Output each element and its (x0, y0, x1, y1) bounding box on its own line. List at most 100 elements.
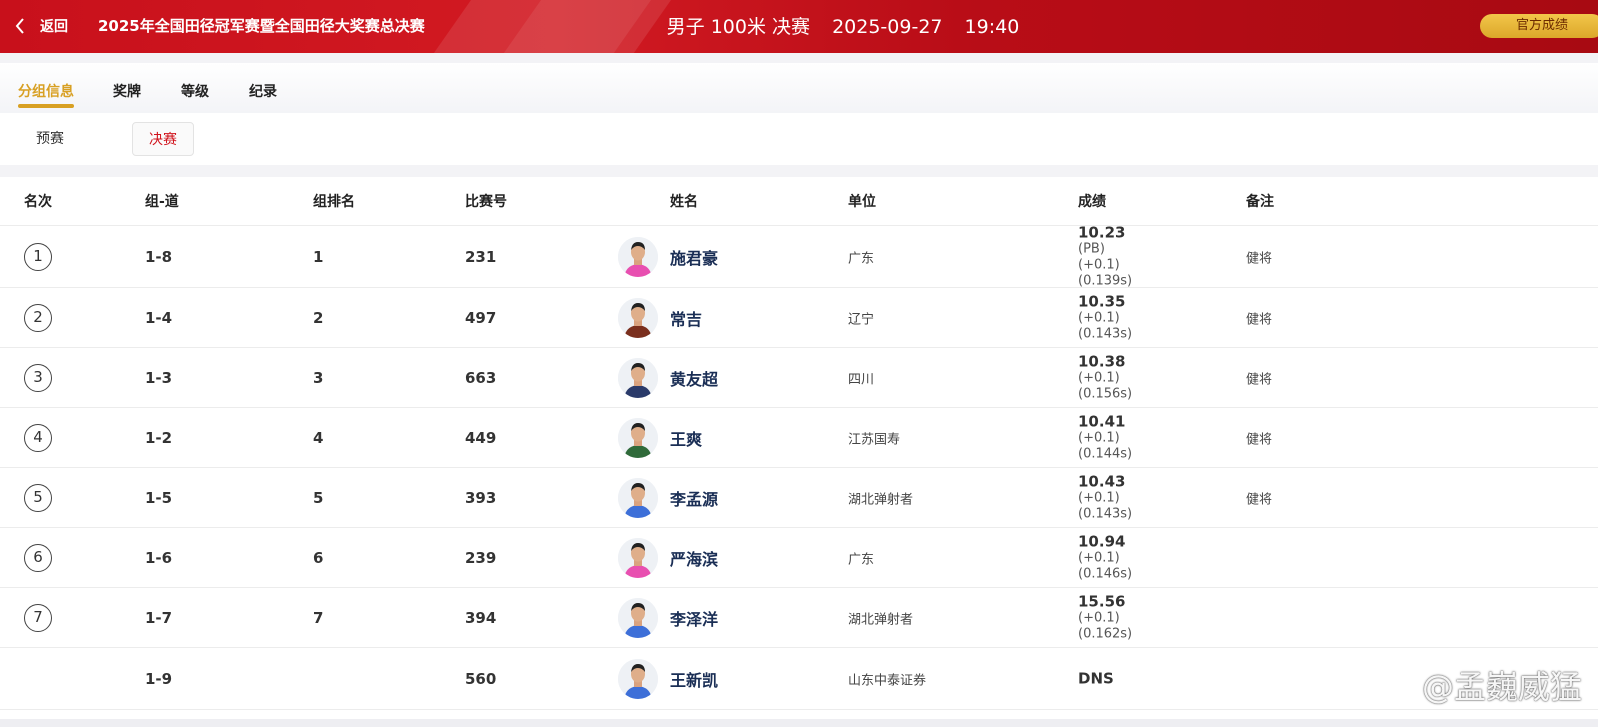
result-detail: (0.143s) (1078, 506, 1133, 521)
lane-cell: 1-3 (145, 368, 173, 387)
tab-bar: 分组信息 奖牌 等级 纪录 (0, 63, 1598, 113)
tab-group-info[interactable]: 分组信息 (18, 81, 74, 101)
athlete-avatar[interactable] (618, 357, 658, 398)
bib-cell: 239 (465, 548, 497, 567)
tab-grades[interactable]: 等级 (181, 81, 209, 101)
result-detail: (0.144s) (1078, 446, 1133, 461)
round-selector: 预赛 决赛 (0, 113, 1598, 165)
bib-cell: 231 (465, 247, 497, 266)
group-rank-cell: 7 (313, 608, 324, 627)
athlete-avatar[interactable] (618, 597, 658, 638)
col-unit: 单位 (848, 194, 876, 210)
result-time: DNS (1078, 669, 1114, 687)
athlete-photo-icon (618, 597, 658, 638)
rank-badge: 7 (24, 603, 52, 632)
group-rank-cell: 3 (313, 368, 324, 387)
result-detail: (0.139s) (1078, 273, 1133, 288)
header-bar: 返回 2025年全国田径冠军赛暨全国田径大奖赛总决赛 男子 100米 决赛 20… (0, 0, 1598, 53)
athlete-name[interactable]: 王爽 (670, 426, 702, 450)
athlete-avatar[interactable] (618, 537, 658, 578)
bib-cell: 497 (465, 308, 497, 327)
lane-cell: 1-2 (145, 428, 173, 447)
rank-badge: 1 (24, 242, 52, 271)
subtab-final[interactable]: 决赛 (132, 122, 194, 156)
unit-cell: 江苏国寿 (848, 432, 901, 447)
race-name: 男子 100米 决赛 (666, 16, 811, 38)
remark-cell: 健将 (1246, 372, 1273, 387)
result-detail: (+0.1) (1078, 310, 1120, 325)
lane-cell: 1-4 (145, 308, 173, 327)
tab-medals[interactable]: 奖牌 (113, 81, 141, 101)
athlete-name[interactable]: 严海滨 (670, 546, 718, 570)
bib-cell: 394 (465, 608, 497, 627)
table-row[interactable]: 4 1-2 4 449 王爽 江苏国寿 10.41 (+0.1) (0.144s) 健将 (0, 408, 1598, 468)
athlete-avatar[interactable] (618, 417, 658, 458)
unit-cell: 广东 (848, 552, 875, 567)
result-time: 10.43 (1078, 472, 1126, 490)
athlete-avatar[interactable] (618, 297, 658, 338)
table-row[interactable]: 1-9 560 王新凯 山东中泰证券 DNS (0, 648, 1598, 710)
result-detail: (+0.1) (1078, 370, 1120, 385)
athlete-avatar[interactable] (618, 236, 658, 277)
result-time: 10.38 (1078, 352, 1126, 370)
result-cell: 10.35 (+0.1) (0.143s) (1078, 293, 1132, 342)
group-rank-cell: 2 (313, 308, 324, 327)
rank-badge: 3 (24, 363, 52, 392)
race-time: 19:40 (964, 16, 1020, 38)
table-row[interactable]: 3 1-3 3 663 黄友超 四川 10.38 (+0.1) (0.156s) 健将 (0, 348, 1598, 408)
athlete-photo-icon (618, 417, 658, 458)
result-detail: (+0.1) (1078, 550, 1120, 565)
result-time: 10.94 (1078, 532, 1126, 550)
rank-badge: 5 (24, 483, 52, 512)
athlete-name[interactable]: 施君豪 (670, 245, 718, 269)
athlete-avatar[interactable] (618, 658, 658, 699)
athlete-name[interactable]: 李孟源 (670, 486, 718, 510)
table-row[interactable]: 6 1-6 6 239 严海滨 广东 10.94 (+0.1) (0.146s) (0, 528, 1598, 588)
col-result: 成绩 (1078, 194, 1106, 210)
result-cell: 10.43 (+0.1) (0.143s) (1078, 473, 1132, 522)
lane-cell: 1-7 (145, 608, 173, 627)
tab-records[interactable]: 纪录 (249, 81, 277, 101)
result-detail: (PB) (1078, 241, 1105, 256)
bib-cell: 449 (465, 428, 497, 447)
athlete-photo-icon (618, 477, 658, 518)
results-table: 名次 组-道 组排名 比赛号 姓名 单位 成绩 备注 1 1-8 1 231 施君豪广… (0, 177, 1598, 719)
result-detail: (0.156s) (1078, 386, 1133, 401)
result-detail: (0.146s) (1078, 566, 1133, 581)
athlete-photo-icon (618, 537, 658, 578)
result-cell: 15.56 (+0.1) (0.162s) (1078, 593, 1132, 642)
athlete-name[interactable]: 黄友超 (670, 366, 718, 390)
athlete-photo-icon (618, 658, 658, 699)
result-cell: 10.94 (+0.1) (0.146s) (1078, 533, 1132, 582)
unit-cell: 广东 (848, 251, 875, 266)
bib-cell: 560 (465, 669, 497, 688)
result-detail: (0.143s) (1078, 326, 1133, 341)
group-rank-cell: 6 (313, 548, 324, 567)
remark-cell: 健将 (1246, 432, 1273, 447)
result-cell: 10.23 (PB) (+0.1) (0.139s) (1078, 224, 1132, 289)
athlete-name[interactable]: 常吉 (670, 306, 702, 330)
table-row[interactable]: 2 1-4 2 497 常吉 辽宁 10.35 (+0.1) (0.143s) 健将 (0, 288, 1598, 348)
result-detail: (+0.1) (1078, 610, 1120, 625)
rank-badge: 2 (24, 303, 52, 332)
athlete-name[interactable]: 李泽洋 (670, 606, 718, 630)
table-row[interactable]: 1 1-8 1 231 施君豪 广东 10.23 (PB) (+0.1) (0.139s) 健将 (0, 224, 1598, 289)
watermark-text: @孟巍威猛 (1421, 668, 1582, 706)
athlete-avatar[interactable] (618, 477, 658, 518)
result-time: 10.23 (1078, 223, 1126, 241)
table-row[interactable]: 5 1-5 5 393 李孟源 湖北弹射者 10.43 (+0.1) (0.143s) 健将 (0, 468, 1598, 528)
rank-badge: 6 (24, 543, 52, 572)
result-time: 10.41 (1078, 412, 1126, 430)
subtab-prelim[interactable]: 预赛 (18, 122, 82, 156)
remark-cell: 健将 (1246, 251, 1273, 266)
bib-cell: 393 (465, 488, 497, 507)
group-rank-cell: 1 (313, 247, 324, 266)
lane-cell: 1-8 (145, 247, 173, 266)
athlete-name[interactable]: 王新凯 (670, 667, 718, 691)
col-lane: 组-道 (145, 194, 179, 210)
bottom-strip (0, 719, 1598, 727)
result-cell: 10.41 (+0.1) (0.144s) (1078, 413, 1132, 462)
remark-cell: 健将 (1246, 312, 1273, 327)
table-row[interactable]: 7 1-7 7 394 李泽洋 湖北弹射者 15.56 (+0.1) (0.162s) (0, 588, 1598, 648)
official-results-button[interactable]: 官方成绩 (1480, 14, 1598, 38)
